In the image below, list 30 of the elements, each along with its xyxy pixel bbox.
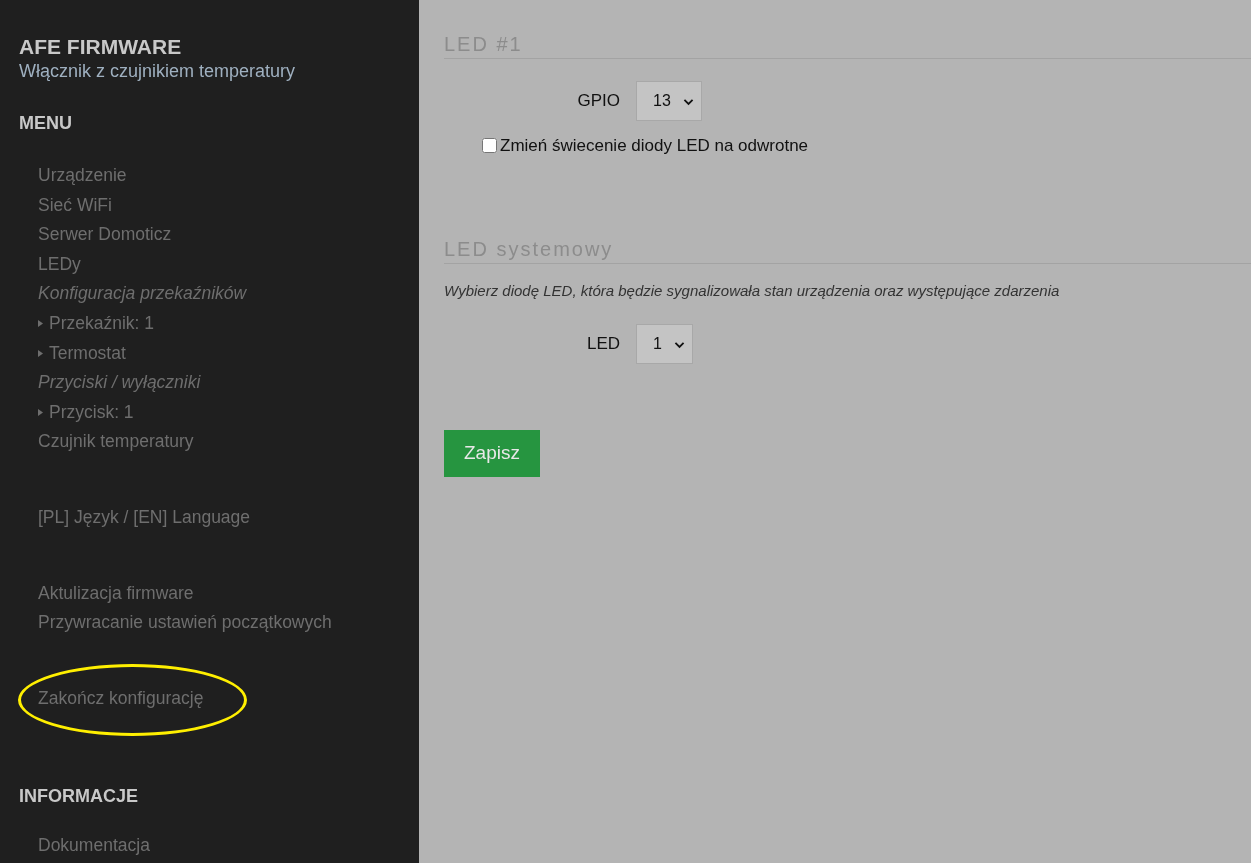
menu-link[interactable]: Czujnik temperatury: [38, 427, 194, 457]
menu-link[interactable]: Serwer Domoticz: [38, 220, 172, 250]
checkbox-label: Zmień świecenie diody LED na odwrotne: [500, 135, 809, 157]
menu-link[interactable]: Przekaźnik: 1: [38, 308, 155, 339]
menu-link[interactable]: Przycisk: 1: [38, 397, 134, 428]
triangle-icon: [38, 349, 43, 357]
triangle-icon: [38, 320, 43, 328]
menu-link[interactable]: Zakończ konfigurację: [38, 683, 204, 714]
section-heading: MENU: [19, 112, 73, 134]
triangle-icon: [38, 409, 43, 417]
dropdown[interactable]: 13: [636, 81, 702, 121]
menu-group-label: Przyciski / wyłączniki: [38, 371, 201, 395]
menu-link[interactable]: Dokumentacja: [38, 831, 150, 861]
menu-link[interactable]: LEDy: [38, 249, 81, 280]
dropdown[interactable]: 1: [636, 324, 693, 364]
field-label: GPIO: [576, 90, 620, 113]
menu-link[interactable]: Przywracanie ustawień początkowych: [38, 608, 332, 638]
menu-group-label: Konfiguracja przekaźników: [38, 282, 247, 306]
menu-link[interactable]: Aktulizacja firmware: [38, 578, 194, 609]
menu-link[interactable]: [PL] Język / [EN] Language: [38, 502, 251, 533]
menu-link[interactable]: Urządzenie: [38, 161, 127, 191]
app-title: AFE FIRMWARE: [19, 34, 183, 60]
save-button[interactable]: Zapisz: [444, 430, 540, 477]
menu-link[interactable]: Sieć WiFi: [38, 190, 112, 221]
app-subtitle: Włącznik z czujnikiem temperatury: [19, 60, 297, 82]
field-label: LED: [585, 333, 620, 356]
checkbox[interactable]: [482, 138, 497, 154]
menu-link[interactable]: Termostat: [38, 338, 126, 369]
section-description: Wybierz diodę LED, która będzie sygnalizowała stan urządzenia oraz występujące zdarzenia: [444, 280, 1061, 301]
section-heading: INFORMACJE: [19, 785, 139, 808]
